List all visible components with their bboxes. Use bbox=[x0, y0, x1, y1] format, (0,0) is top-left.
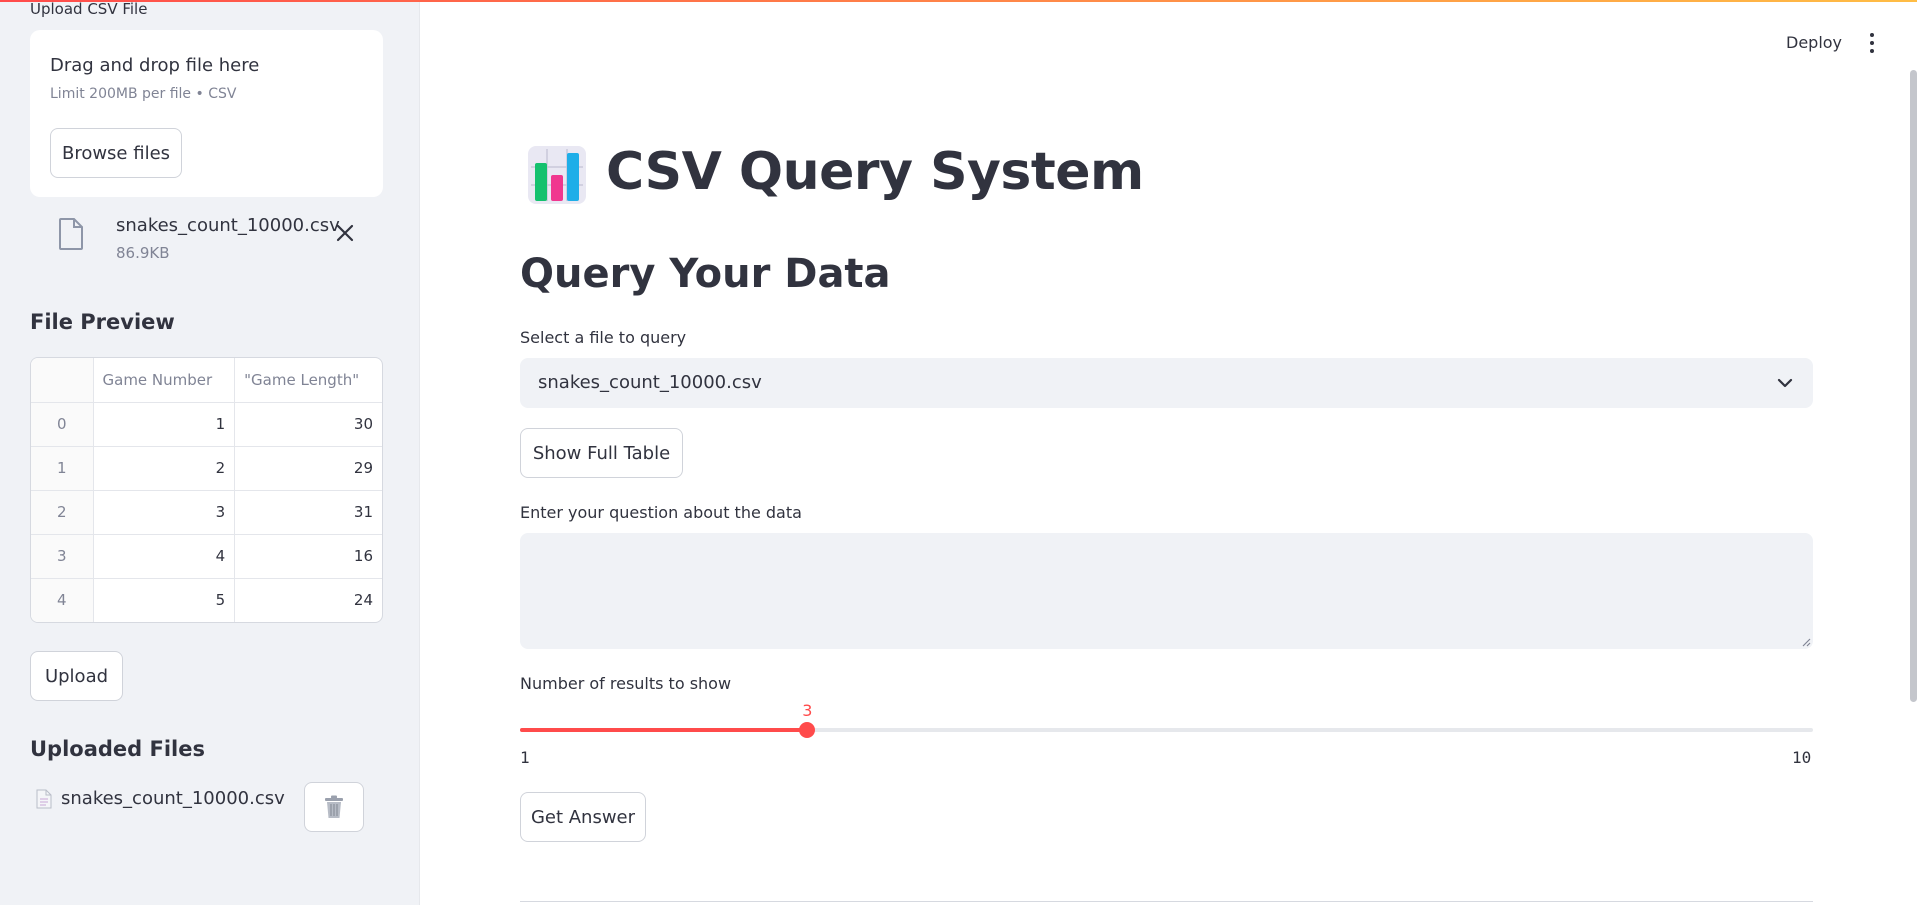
uploaded-files-item-name: snakes_count_10000.csv bbox=[61, 788, 285, 809]
file-select-dropdown[interactable]: snakes_count_10000.csv bbox=[520, 358, 1813, 408]
resize-handle-icon[interactable] bbox=[1801, 637, 1811, 647]
bar-chart-emoji-icon bbox=[528, 146, 586, 204]
uploaded-file-size: 86.9KB bbox=[116, 244, 170, 262]
table-header-index bbox=[31, 358, 94, 403]
preview-dataframe[interactable]: Game Number "Game Length" 0 1 30 1 2 29 … bbox=[30, 357, 383, 623]
table-cell[interactable]: 3 bbox=[93, 490, 236, 535]
delete-file-button[interactable] bbox=[304, 782, 364, 832]
table-cell-index: 3 bbox=[31, 534, 94, 579]
table-header-game-number[interactable]: Game Number bbox=[93, 358, 236, 403]
results-slider-thumb[interactable] bbox=[799, 722, 816, 738]
table-row: 3 4 16 bbox=[31, 534, 382, 579]
table-cell[interactable]: 1 bbox=[93, 402, 236, 447]
table-cell[interactable]: 29 bbox=[234, 446, 382, 491]
table-cell[interactable]: 16 bbox=[234, 534, 382, 579]
page-title: CSV Query System bbox=[606, 142, 1144, 202]
file-dropzone[interactable]: Drag and drop file here Limit 200MB per … bbox=[30, 30, 383, 197]
chevron-down-icon bbox=[1777, 378, 1793, 388]
table-header-game-length[interactable]: "Game Length" bbox=[234, 358, 382, 403]
trash-icon bbox=[325, 795, 343, 818]
deploy-button[interactable]: Deploy bbox=[1786, 33, 1842, 52]
section-divider bbox=[520, 901, 1813, 902]
results-slider-min: 1 bbox=[520, 748, 530, 767]
table-cell-index: 1 bbox=[31, 446, 94, 491]
results-slider-track[interactable]: 3 bbox=[520, 701, 1813, 738]
dropzone-limit-text: Limit 200MB per file • CSV bbox=[50, 86, 237, 102]
results-slider-max: 10 bbox=[1792, 748, 1812, 767]
upload-button[interactable]: Upload bbox=[30, 651, 123, 701]
file-select-value: snakes_count_10000.csv bbox=[538, 372, 762, 393]
question-label: Enter your question about the data bbox=[520, 503, 802, 522]
show-full-table-button[interactable]: Show Full Table bbox=[520, 428, 683, 478]
table-row: 0 1 30 bbox=[31, 402, 382, 447]
upload-label: Upload CSV File bbox=[30, 0, 148, 18]
remove-file-close-icon[interactable] bbox=[332, 220, 358, 246]
table-row: 2 3 31 bbox=[31, 490, 382, 535]
file-select-label: Select a file to query bbox=[520, 328, 687, 347]
table-cell-index: 4 bbox=[31, 578, 94, 622]
top-accent-bar bbox=[0, 0, 1917, 2]
results-slider-label: Number of results to show bbox=[520, 674, 732, 693]
table-header-row: Game Number "Game Length" bbox=[31, 358, 382, 403]
table-cell[interactable]: 2 bbox=[93, 446, 236, 491]
table-cell-index: 2 bbox=[31, 490, 94, 535]
table-cell[interactable]: 5 bbox=[93, 578, 236, 622]
uploaded-files-heading: Uploaded Files bbox=[30, 737, 205, 761]
main-menu-kebab-icon[interactable] bbox=[1862, 30, 1882, 56]
uploaded-file-item: snakes_count_10000.csv 86.9KB bbox=[30, 210, 383, 270]
table-cell[interactable]: 24 bbox=[235, 578, 382, 622]
results-slider-value: 3 bbox=[802, 701, 813, 720]
section-heading: Query Your Data bbox=[520, 251, 891, 297]
sidebar: Upload CSV File Drag and drop file here … bbox=[0, 0, 420, 905]
table-row: 1 2 29 bbox=[31, 446, 382, 491]
file-icon bbox=[59, 218, 83, 250]
dropzone-title: Drag and drop file here bbox=[50, 55, 260, 76]
browse-files-button[interactable]: Browse files bbox=[50, 128, 182, 178]
results-slider-fill bbox=[520, 728, 808, 732]
uploaded-file-name: snakes_count_10000.csv bbox=[116, 215, 340, 236]
table-cell-index: 0 bbox=[31, 402, 94, 447]
table-row: 4 5 24 bbox=[31, 578, 382, 622]
table-cell[interactable]: 30 bbox=[234, 402, 382, 447]
question-textarea[interactable] bbox=[520, 533, 1813, 649]
file-preview-heading: File Preview bbox=[30, 310, 175, 334]
table-cell[interactable]: 31 bbox=[234, 490, 382, 535]
get-answer-button[interactable]: Get Answer bbox=[520, 792, 646, 842]
csv-file-icon bbox=[36, 789, 52, 809]
table-cell[interactable]: 4 bbox=[93, 534, 236, 579]
page-scrollbar[interactable] bbox=[1910, 70, 1917, 702]
